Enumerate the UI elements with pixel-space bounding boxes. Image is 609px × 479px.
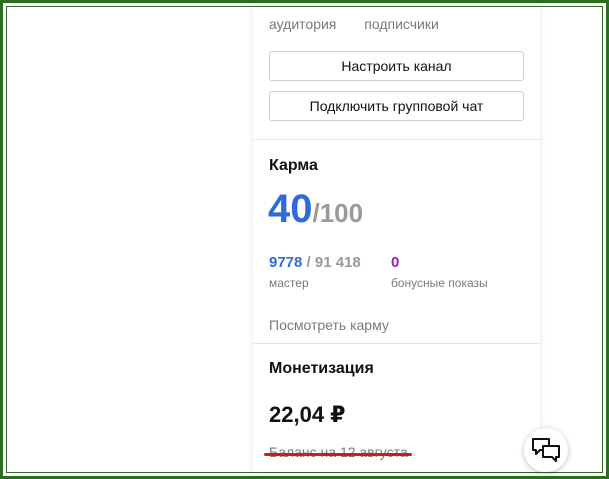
section-divider: [253, 343, 540, 344]
karma-title: Карма: [269, 157, 318, 174]
bonus-stat: 0: [391, 254, 399, 271]
connect-group-chat-button[interactable]: Подключить групповой чат: [269, 91, 524, 121]
karma-score: 40/100: [268, 187, 363, 233]
balance-amount: 22,04 ₽: [269, 402, 346, 427]
master-value: 9778: [269, 254, 303, 271]
view-karma-link[interactable]: Посмотреть карму: [269, 317, 389, 333]
audience-label: аудитория: [269, 16, 337, 32]
bonus-label: бонусные показы: [391, 276, 488, 290]
karma-value: 40: [268, 187, 313, 231]
chat-button[interactable]: [524, 428, 568, 472]
bonus-value: 0: [391, 254, 400, 271]
audience-row: аудитория подписчики: [269, 16, 439, 32]
master-total: / 91 418: [306, 254, 361, 271]
highlight-underline: [264, 453, 412, 456]
karma-max: /100: [312, 198, 364, 228]
configure-channel-button[interactable]: Настроить канал: [269, 51, 524, 81]
subscribers-label: подписчики: [364, 16, 439, 32]
balance-date-label: Баланс на 12 августа: [269, 444, 408, 460]
section-divider: [253, 139, 540, 140]
master-label: мастер: [269, 276, 309, 290]
chat-bubbles-icon: [532, 438, 560, 462]
channel-stats-card: аудитория подписчики Настроить канал Под…: [253, 7, 540, 472]
master-stat: 9778 / 91 418: [269, 254, 361, 271]
monetization-title: Монетизация: [269, 360, 374, 377]
